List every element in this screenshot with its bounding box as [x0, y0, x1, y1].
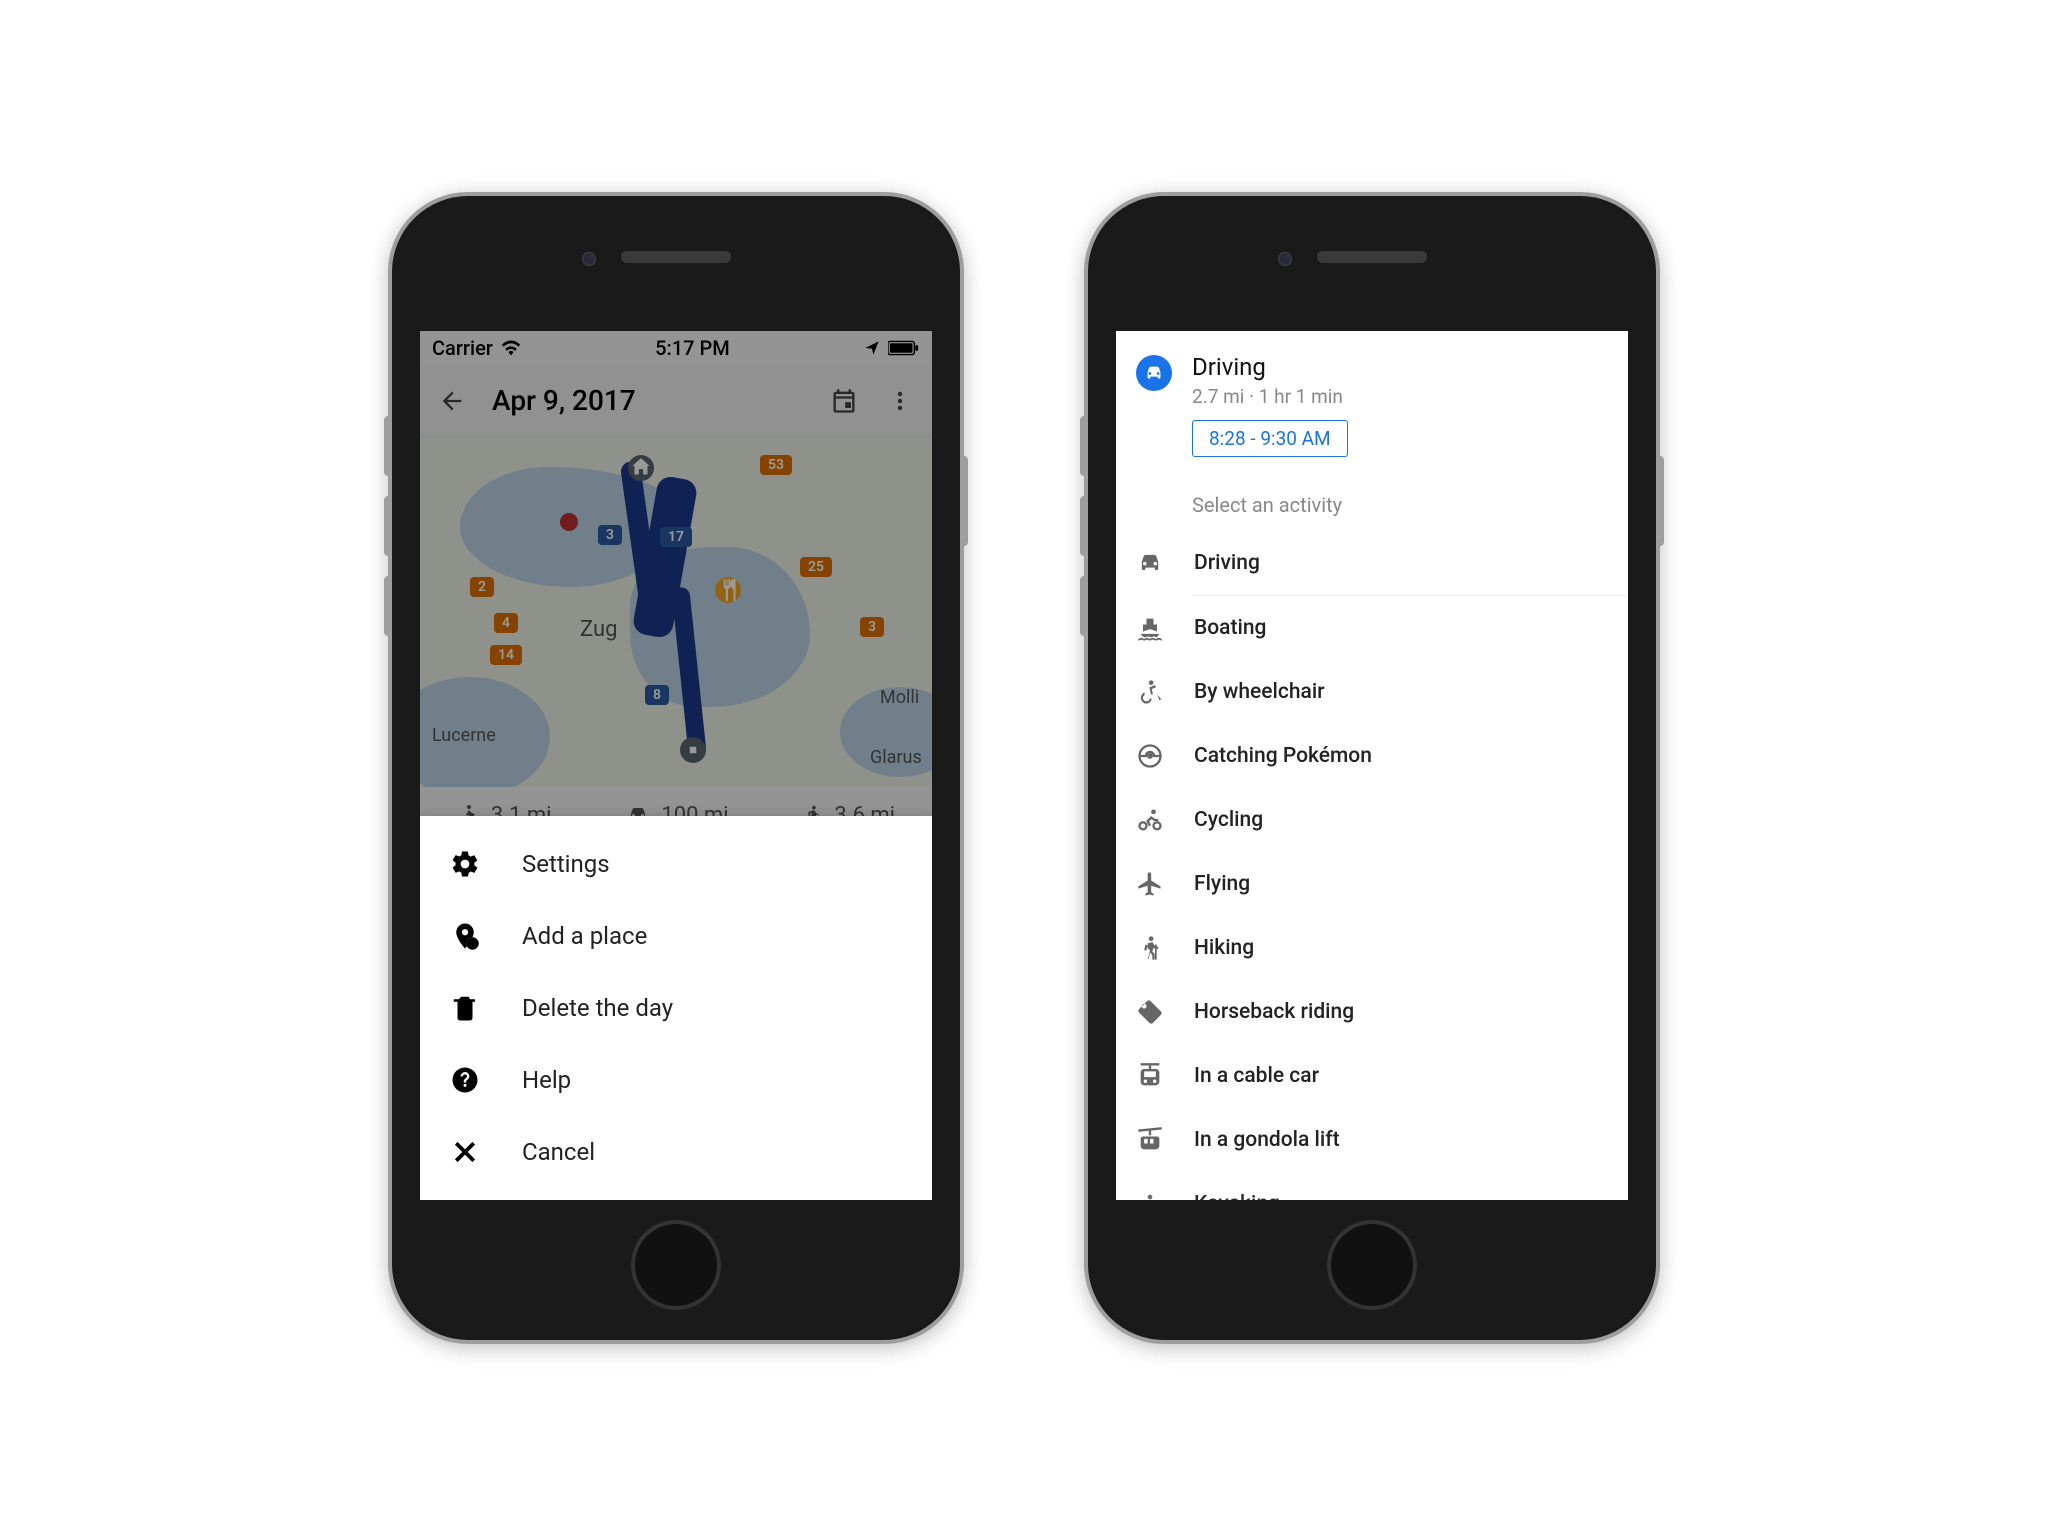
car-icon: [1136, 549, 1164, 577]
menu-add-place[interactable]: Add a place: [420, 900, 932, 972]
road-badge: 25: [800, 557, 832, 577]
activity-label: Horseback riding: [1194, 1000, 1354, 1024]
driving-icon: [1136, 355, 1172, 391]
cablecar-icon: [1136, 1062, 1164, 1090]
plane-icon: [1136, 870, 1164, 898]
menu-cancel[interactable]: Cancel: [420, 1116, 932, 1188]
activity-gondola[interactable]: In a gondola lift: [1116, 1108, 1628, 1172]
road-badge: 53: [760, 455, 792, 475]
activity-header: Driving 2.7 mi · 1 hr 1 min 8:28 - 9:30 …: [1116, 331, 1628, 475]
wheelchair-icon: [1136, 678, 1164, 706]
time-range-chip[interactable]: 8:28 - 9:30 AM: [1192, 420, 1348, 457]
activity-cycling[interactable]: Cycling: [1116, 788, 1628, 852]
close-icon: [450, 1137, 480, 1167]
activity-label: In a cable car: [1194, 1064, 1319, 1088]
activity-title: Driving: [1192, 353, 1608, 381]
help-icon: [450, 1065, 480, 1095]
menu-item-label: Add a place: [522, 922, 647, 950]
road-badge: 2: [470, 577, 494, 597]
section-label: Select an activity: [1116, 475, 1628, 531]
kayak-icon: [1136, 1190, 1164, 1200]
screen-left: Carrier 5:17 PM Apr 9, 2017: [420, 331, 932, 1200]
map-view[interactable]: 53 3 17 2 14 8 4 3 25 Zug Lucerne Molli …: [420, 437, 932, 787]
home-button[interactable]: [631, 1220, 721, 1310]
city-label: Zug: [580, 617, 617, 642]
road-dot: [560, 513, 578, 531]
activity-label: Hiking: [1194, 936, 1254, 960]
road-badge: 3: [598, 525, 622, 545]
location-icon: [864, 340, 880, 356]
app-topbar: Apr 9, 2017: [420, 365, 932, 437]
activity-wheelchair[interactable]: By wheelchair: [1116, 660, 1628, 724]
gear-icon: [450, 849, 480, 879]
battery-icon: [888, 340, 920, 356]
menu-item-label: Delete the day: [522, 994, 673, 1022]
end-pin: [680, 737, 706, 763]
trash-icon: [450, 993, 480, 1023]
city-label: Lucerne: [432, 725, 496, 746]
boat-icon: [1136, 614, 1164, 642]
road-badge: 17: [660, 527, 692, 547]
activity-label: Catching Pokémon: [1194, 744, 1372, 768]
road-badge: 3: [860, 617, 884, 637]
city-label: Glarus: [870, 747, 922, 768]
road-badge: 14: [490, 645, 522, 665]
activity-label: In a gondola lift: [1194, 1128, 1340, 1152]
overflow-icon[interactable]: [884, 385, 916, 417]
road-badge: 4: [494, 613, 518, 633]
phone-mockup-left: Carrier 5:17 PM Apr 9, 2017: [388, 192, 964, 1344]
ticket-icon: [1136, 998, 1164, 1026]
activity-label: Boating: [1194, 616, 1266, 640]
activity-flying[interactable]: Flying: [1116, 852, 1628, 916]
city-label: Molli: [880, 687, 919, 708]
activity-label: Driving: [1194, 551, 1260, 575]
home-pin: [628, 455, 654, 481]
bicycle-icon: [1136, 806, 1164, 834]
status-bar: Carrier 5:17 PM: [420, 331, 932, 365]
back-icon[interactable]: [436, 385, 468, 417]
activity-label: By wheelchair: [1194, 680, 1325, 704]
clock: 5:17 PM: [655, 336, 730, 360]
menu-item-label: Help: [522, 1066, 571, 1094]
carrier-label: Carrier: [432, 336, 493, 360]
page-title: Apr 9, 2017: [492, 384, 804, 417]
overflow-menu-sheet: Settings Add a place Delete the day Help: [420, 816, 932, 1200]
activity-hiking[interactable]: Hiking: [1116, 916, 1628, 980]
menu-delete-day[interactable]: Delete the day: [420, 972, 932, 1044]
food-pin: [715, 577, 741, 603]
activity-label: Flying: [1194, 872, 1250, 896]
home-button[interactable]: [1327, 1220, 1417, 1310]
activity-cablecar[interactable]: In a cable car: [1116, 1044, 1628, 1108]
road-badge: 8: [645, 685, 669, 705]
menu-settings[interactable]: Settings: [420, 828, 932, 900]
pokeball-icon: [1136, 742, 1164, 770]
activity-pokemon[interactable]: Catching Pokémon: [1116, 724, 1628, 788]
calendar-icon[interactable]: [828, 385, 860, 417]
menu-item-label: Cancel: [522, 1138, 595, 1166]
add-place-icon: [450, 921, 480, 951]
activity-label: Kavaking: [1194, 1192, 1280, 1200]
screen-right: Driving 2.7 mi · 1 hr 1 min 8:28 - 9:30 …: [1116, 331, 1628, 1200]
gondola-icon: [1136, 1126, 1164, 1154]
phone-mockup-right: Driving 2.7 mi · 1 hr 1 min 8:28 - 9:30 …: [1084, 192, 1660, 1344]
activity-driving[interactable]: Driving: [1116, 531, 1628, 595]
activity-subtitle: 2.7 mi · 1 hr 1 min: [1192, 385, 1608, 408]
activity-horseback[interactable]: Horseback riding: [1116, 980, 1628, 1044]
hiking-icon: [1136, 934, 1164, 962]
activity-kayaking[interactable]: Kavaking: [1116, 1172, 1628, 1200]
activity-label: Cycling: [1194, 808, 1263, 832]
menu-help[interactable]: Help: [420, 1044, 932, 1116]
activity-boating[interactable]: Boating: [1116, 596, 1628, 660]
wifi-icon: [501, 340, 521, 356]
menu-item-label: Settings: [522, 850, 610, 878]
